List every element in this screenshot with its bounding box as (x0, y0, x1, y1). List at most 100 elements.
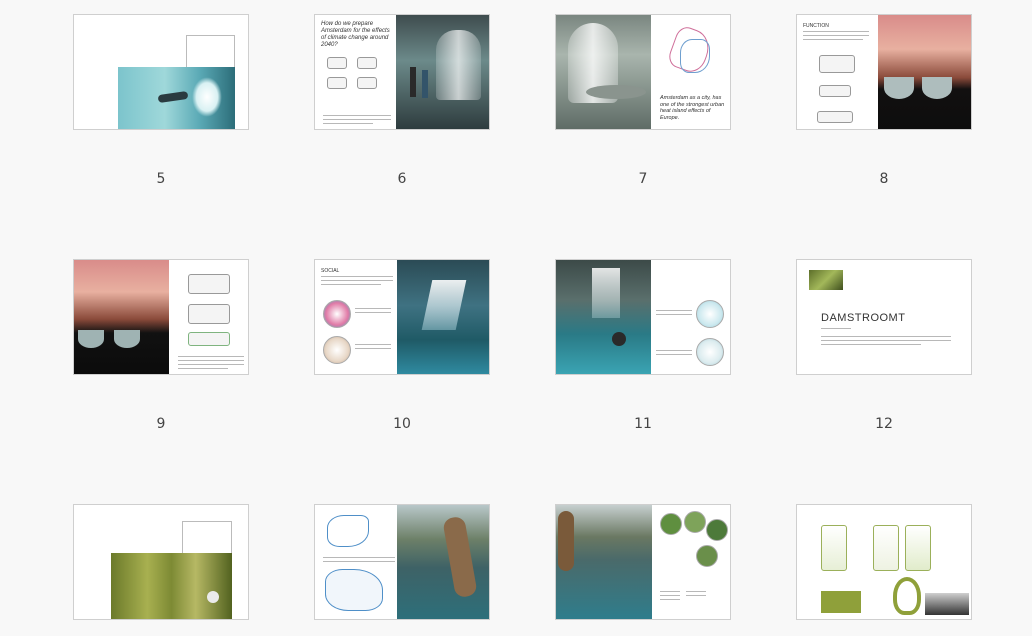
sculpture-shape (558, 511, 574, 571)
text-line (355, 348, 391, 349)
render-image (556, 505, 652, 619)
page-number: 9 (156, 416, 166, 432)
page-thumbnail-14[interactable] (314, 504, 490, 620)
page-thumbnail-15[interactable] (555, 504, 731, 620)
text-line (321, 280, 393, 281)
text-line (660, 595, 680, 596)
map-diagram (665, 24, 718, 85)
text-line (656, 354, 692, 355)
diagram-sketch (327, 57, 347, 69)
text-line (355, 344, 391, 345)
page-thumbnail-8[interactable]: FUNCTION (796, 14, 972, 130)
diagram-sketch (357, 57, 377, 69)
page-thumbnail-6[interactable]: How do we prepare Amsterdam for the effe… (314, 14, 490, 130)
diagram-sketch (327, 77, 347, 89)
render-image (878, 15, 971, 129)
plant-panel (905, 525, 931, 571)
splash-shape (192, 77, 222, 117)
text-line (803, 31, 869, 32)
page-number: 6 (397, 171, 407, 187)
arch-shape (922, 77, 952, 99)
plant-panel (873, 525, 899, 571)
page-number: 12 (875, 416, 893, 432)
page-number: 7 (638, 171, 648, 187)
page-thumbnail-5[interactable] (73, 14, 249, 130)
text-line (803, 39, 863, 40)
render-image (74, 260, 169, 374)
text-line (355, 308, 391, 309)
figure (410, 67, 416, 97)
illustration-circle (323, 300, 351, 328)
page-number: 10 (393, 416, 411, 432)
figure (612, 332, 626, 346)
page-thumbnail-12[interactable]: DAMSTROOMT (796, 259, 972, 375)
text-line (686, 595, 706, 596)
text-line (821, 344, 921, 345)
swimmer-shape (157, 90, 189, 104)
page-title: DAMSTROOMT (821, 312, 906, 324)
render-image (397, 505, 489, 619)
illustration-circle (706, 519, 728, 541)
text-line (821, 336, 951, 337)
text-line (660, 591, 680, 592)
diagram-sketch (819, 85, 851, 97)
render-image (397, 260, 489, 374)
text-line (656, 310, 692, 311)
text-line (803, 35, 869, 36)
text-line (660, 599, 680, 600)
basin (586, 85, 646, 99)
page-thumbnail-11[interactable] (555, 259, 731, 375)
diagram-sketch (357, 77, 377, 89)
page-number: 8 (879, 171, 889, 187)
text-line (323, 119, 391, 120)
text-line (178, 364, 244, 365)
arch-shape (114, 330, 140, 348)
section-heading: SOCIAL (321, 268, 340, 274)
sculpture-shape (442, 515, 478, 599)
color-block (821, 591, 861, 613)
text-line (821, 340, 951, 341)
page-number: 11 (634, 416, 652, 432)
moss-image (809, 270, 843, 290)
text-line (178, 368, 228, 369)
map-diagram (327, 515, 369, 547)
text-line (686, 591, 706, 592)
text-line (178, 356, 244, 357)
illustration-circle (696, 338, 724, 366)
figure (207, 591, 219, 603)
text-line (656, 350, 692, 351)
illustration-circle (696, 300, 724, 328)
section-heading: FUNCTION (803, 23, 829, 29)
map-diagram (325, 569, 383, 611)
text-line (323, 557, 395, 558)
pool-image (118, 67, 235, 129)
illustration-circle (684, 511, 706, 533)
text-line (656, 314, 692, 315)
page-title: How do we prepare Amsterdam for the effe… (321, 21, 390, 48)
text-line (321, 284, 381, 285)
page-thumbnail-13[interactable] (73, 504, 249, 620)
arch-shape (78, 330, 104, 348)
diagram-sketch (188, 332, 230, 346)
text-line (321, 276, 393, 277)
page-number: 5 (156, 171, 166, 187)
render-image (556, 15, 651, 129)
text-line (323, 561, 395, 562)
illustration-circle (696, 545, 718, 567)
page-thumbnail-10[interactable]: SOCIAL (314, 259, 490, 375)
text-line (355, 312, 391, 313)
text-line (323, 115, 391, 116)
page-thumbnail-9[interactable] (73, 259, 249, 375)
illustration-circle (660, 513, 682, 535)
page-thumbnail-16[interactable] (796, 504, 972, 620)
diagram-sketch (188, 304, 230, 324)
water-curtain (436, 30, 481, 100)
water-curtain (421, 280, 467, 330)
section-block (925, 593, 969, 615)
plant-panel (821, 525, 847, 571)
page-thumbnail-7[interactable]: Amsterdam as a city, has one of the stro… (555, 14, 731, 130)
diagram-sketch (188, 274, 230, 294)
arch-shape (884, 77, 914, 99)
moss-image (111, 553, 232, 619)
page-quote: Amsterdam as a city, has one of the stro… (660, 95, 725, 121)
